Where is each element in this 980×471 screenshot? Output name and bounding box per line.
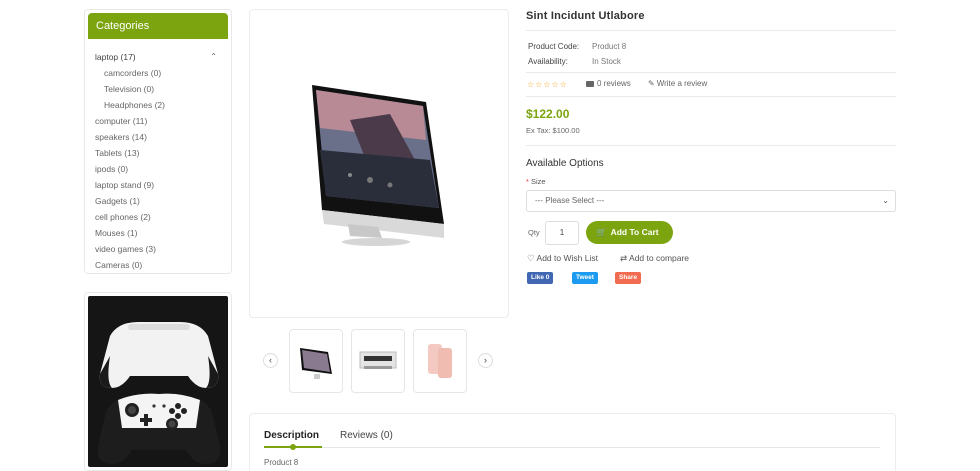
category-item-headphones[interactable]: Headphones (2) [95,97,231,113]
add-to-compare-link[interactable]: ⇄ Add to compare [620,253,689,264]
quantity-input[interactable]: 1 [545,221,579,245]
description-text: Product 8 [264,458,299,467]
product-code-value: Product 8 [592,42,627,51]
chevron-left-icon[interactable]: ‹ [263,353,278,368]
add-to-cart-label: Add To Cart [610,227,659,237]
compare-icon: ⇄ [620,253,628,263]
product-tabs: Description Reviews (0) Product 8 [249,413,896,471]
categories-title: Categories [88,13,228,39]
divider [526,30,896,31]
rating-stars: ☆☆☆☆☆ [527,80,568,89]
category-item-laptop-stand[interactable]: laptop stand (9) [95,177,231,193]
tab-reviews[interactable]: Reviews (0) [340,430,393,441]
price: $122.00 [526,107,570,121]
imac-thumb-icon [300,348,332,379]
compare-label: Add to compare [629,253,690,263]
category-item-tablets[interactable]: Tablets (13) [95,145,231,161]
size-label-text: Size [531,177,546,186]
chevron-down-icon: ⌄ [882,196,889,205]
promo-banner[interactable] [84,292,232,471]
category-item-cameras[interactable]: Cameras (0) [95,257,231,273]
imac-image [312,85,444,246]
divider [526,145,896,146]
wishlist-label: Add to Wish List [536,253,598,263]
size-select-value: --- Please Select --- [535,196,605,205]
availability-row: Availability: In Stock [528,57,621,66]
chevron-right-icon[interactable]: › [478,353,493,368]
category-list: laptop (17) ⌃ camcorders (0) Television … [85,39,231,273]
phone-thumb-icon [428,344,452,378]
reviews-link[interactable]: 0 reviews [586,79,631,88]
product-code-label: Product Code: [528,42,580,51]
category-item-camcorders[interactable]: camcorders (0) [95,65,231,81]
cart-icon: 🛒 [596,227,607,237]
thumbnail-printer[interactable] [351,329,405,393]
share-button[interactable]: Share [615,272,642,284]
divider [526,96,896,97]
divider [526,72,896,73]
categories-panel: Categories laptop (17) ⌃ camcorders (0) … [84,9,232,274]
category-item-television[interactable]: Television (0) [95,81,231,97]
tab-description[interactable]: Description [264,430,319,441]
category-item-cell-phones[interactable]: cell phones (2) [95,209,231,225]
banner-image [88,296,228,467]
size-label: * Size [526,177,546,186]
category-item-mouses[interactable]: Mouses (1) [95,225,231,241]
pencil-icon: ✎ [648,79,655,88]
heart-icon: ♡ [527,253,535,263]
add-to-wishlist-link[interactable]: ♡ Add to Wish List [527,253,598,264]
availability-value: In Stock [592,57,621,66]
tab-divider [264,447,880,448]
write-review-link[interactable]: ✎ Write a review [648,79,707,88]
category-item-gadgets[interactable]: Gadgets (1) [95,193,231,209]
reviews-count: 0 reviews [597,79,631,88]
category-item-video-games[interactable]: video games (3) [95,241,231,257]
category-label: laptop (17) [95,52,136,62]
availability-label: Availability: [528,57,568,66]
comment-icon [586,81,594,87]
category-item-speakers[interactable]: speakers (14) [95,129,231,145]
game-controllers-image [97,322,221,464]
category-item-ipods[interactable]: ipods (0) [95,161,231,177]
printer-thumb-icon [359,351,397,369]
category-item-laptop[interactable]: laptop (17) ⌃ [95,49,231,65]
available-options-title: Available Options [526,158,604,169]
thumbnail-imac[interactable] [289,329,343,393]
ex-tax-price: Ex Tax: $100.00 [526,126,580,135]
chevron-up-icon[interactable]: ⌃ [210,49,217,65]
product-code-row: Product Code: Product 8 [528,42,626,51]
facebook-like-button[interactable]: Like 0 [527,272,554,284]
main-product-image[interactable] [249,9,509,318]
qty-label: Qty [528,228,540,237]
active-tab-dot [290,444,296,450]
product-title: Sint Incidunt Utlabore [526,10,645,22]
tweet-button[interactable]: Tweet [572,272,598,284]
add-to-cart-button[interactable]: 🛒 Add To Cart [586,221,673,244]
size-select[interactable]: --- Please Select --- ⌄ [526,190,896,212]
category-item-computer[interactable]: computer (11) [95,113,231,129]
thumbnail-phone[interactable] [413,329,467,393]
write-review-label: Write a review [656,79,708,88]
